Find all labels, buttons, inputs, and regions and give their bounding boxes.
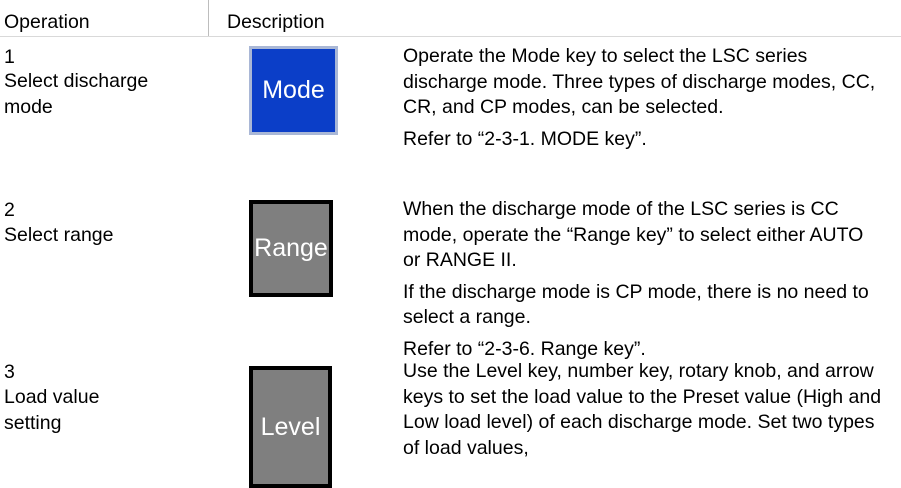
step-description: Operate the Mode key to select the LSC s… xyxy=(403,44,883,158)
description-paragraph: If the discharge mode is CP mode, there … xyxy=(403,280,869,329)
step-row-2: 2 Select range Range When the discharge … xyxy=(0,197,901,360)
description-paragraph: Use the Level key, number key, rotary kn… xyxy=(403,360,882,459)
step-number: 3 xyxy=(4,361,15,383)
description-paragraph: When the discharge mode of the LSC serie… xyxy=(403,198,864,271)
step-label: Select range xyxy=(4,224,114,246)
description-paragraph: Operate the Mode key to select the LSC s… xyxy=(403,45,876,118)
step-row-1: 1 Select discharge mode Mode Operate the… xyxy=(0,44,901,184)
step-number: 2 xyxy=(4,199,15,221)
mode-key-icon: Mode xyxy=(249,46,338,135)
step-row-3: 3 Load value setting Level Use the Level… xyxy=(0,359,901,488)
step-number: 1 xyxy=(4,46,15,68)
level-key-label: Level xyxy=(260,412,321,441)
operation-column-header: Operation xyxy=(4,11,90,33)
step-label: Select discharge mode xyxy=(4,70,149,118)
step-label: Load value setting xyxy=(4,386,100,434)
step-description: When the discharge mode of the LSC serie… xyxy=(403,197,883,368)
range-key-label: Range xyxy=(254,234,328,262)
mode-key-label: Mode xyxy=(262,76,325,104)
header-rule xyxy=(0,36,901,37)
description-paragraph: Refer to “2-3-1. MODE key”. xyxy=(403,127,647,150)
range-key-icon: Range xyxy=(249,200,333,297)
description-column-header: Description xyxy=(227,11,325,33)
level-key-icon: Level xyxy=(249,366,332,488)
step-description: Use the Level key, number key, rotary kn… xyxy=(403,359,883,467)
column-divider xyxy=(208,0,209,36)
table-header: Operation Description xyxy=(0,0,901,44)
